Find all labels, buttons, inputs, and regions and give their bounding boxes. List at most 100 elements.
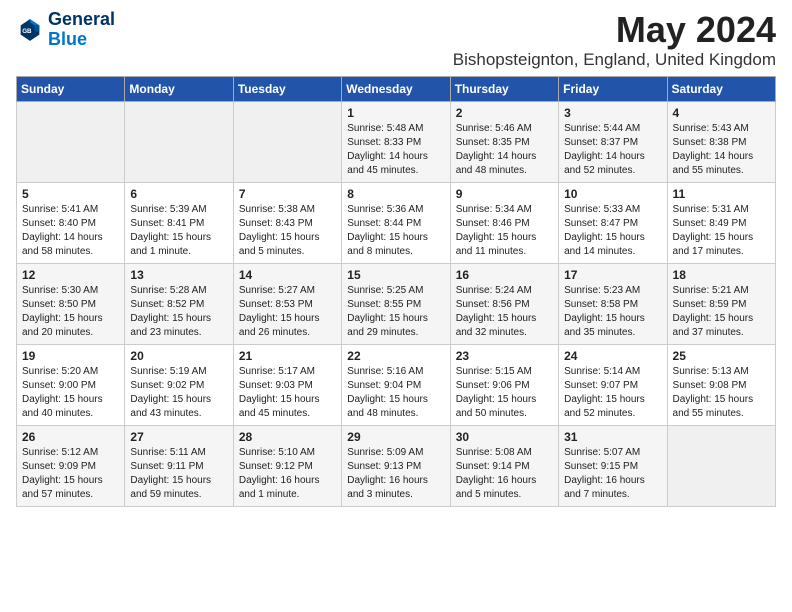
day-info: Sunrise: 5:23 AMSunset: 8:58 PMDaylight:… xyxy=(564,284,661,340)
calendar-week: 26 Sunrise: 5:12 AMSunset: 9:09 PMDayligh… xyxy=(17,425,776,506)
calendar-cell: 28 Sunrise: 5:10 AMSunset: 9:12 PMDayligh… xyxy=(233,425,341,506)
day-number: 5 xyxy=(22,187,119,201)
day-info: Sunrise: 5:34 AMSunset: 8:46 PMDaylight:… xyxy=(456,203,553,259)
calendar-cell: 18 Sunrise: 5:21 AMSunset: 8:59 PMDayligh… xyxy=(667,263,775,344)
day-number: 11 xyxy=(673,187,770,201)
day-number: 8 xyxy=(347,187,444,201)
header-day: Friday xyxy=(559,76,667,101)
header-day: Thursday xyxy=(450,76,558,101)
calendar-week: 19Sunrise: 5:20 AMSunset: 9:00 PMDayligh… xyxy=(17,344,776,425)
logo-text: General Blue xyxy=(48,10,115,50)
calendar-cell: 1Sunrise: 5:48 AMSunset: 8:33 PMDaylight… xyxy=(342,101,450,182)
day-info: Sunrise: 5:24 AMSunset: 8:56 PMDaylight:… xyxy=(456,284,553,340)
calendar-cell xyxy=(667,425,775,506)
day-number: 30 xyxy=(456,430,553,444)
day-info: Sunrise: 5:33 AMSunset: 8:47 PMDaylight:… xyxy=(564,203,661,259)
day-info: Sunrise: 5:39 AMSunset: 8:41 PMDaylight:… xyxy=(130,203,227,259)
day-info: Sunrise: 5:41 AMSunset: 8:40 PMDaylight:… xyxy=(22,203,119,259)
day-info: Sunrise: 5:25 AMSunset: 8:55 PMDaylight:… xyxy=(347,284,444,340)
day-info: Sunrise: 5:36 AMSunset: 8:44 PMDaylight:… xyxy=(347,203,444,259)
logo: GB General Blue xyxy=(16,10,115,50)
header-day: Monday xyxy=(125,76,233,101)
day-number: 9 xyxy=(456,187,553,201)
calendar-header: SundayMondayTuesdayWednesdayThursdayFrid… xyxy=(17,76,776,101)
day-number: 27 xyxy=(130,430,227,444)
day-number: 25 xyxy=(673,349,770,363)
day-info: Sunrise: 5:44 AMSunset: 8:37 PMDaylight:… xyxy=(564,122,661,178)
header-day: Wednesday xyxy=(342,76,450,101)
day-number: 3 xyxy=(564,106,661,120)
day-info: Sunrise: 5:43 AMSunset: 8:38 PMDaylight:… xyxy=(673,122,770,178)
calendar-cell: 21 Sunrise: 5:17 AMSunset: 9:03 PMDayligh… xyxy=(233,344,341,425)
calendar-cell: 4Sunrise: 5:43 AMSunset: 8:38 PMDaylight… xyxy=(667,101,775,182)
calendar-cell: 29 Sunrise: 5:09 AMSunset: 9:13 PMDayligh… xyxy=(342,425,450,506)
day-info: Sunrise: 5:30 AMSunset: 8:50 PMDaylight:… xyxy=(22,284,119,340)
day-info: Sunrise: 5:46 AMSunset: 8:35 PMDaylight:… xyxy=(456,122,553,178)
day-number: 10 xyxy=(564,187,661,201)
logo-line1: General xyxy=(48,10,115,30)
calendar-cell: 25 Sunrise: 5:13 AMSunset: 9:08 PMDayligh… xyxy=(667,344,775,425)
day-info: Sunrise: 5:09 AMSunset: 9:13 PMDaylight:… xyxy=(347,446,444,502)
day-info: Sunrise: 5:31 AMSunset: 8:49 PMDaylight:… xyxy=(673,203,770,259)
day-number: 26 xyxy=(22,430,119,444)
calendar-cell: 27Sunrise: 5:11 AMSunset: 9:11 PMDayligh… xyxy=(125,425,233,506)
calendar-week: 1Sunrise: 5:48 AMSunset: 8:33 PMDaylight… xyxy=(17,101,776,182)
day-info: Sunrise: 5:12 AMSunset: 9:09 PMDaylight:… xyxy=(22,446,119,502)
day-number: 12 xyxy=(22,268,119,282)
calendar-cell xyxy=(233,101,341,182)
calendar-cell: 2Sunrise: 5:46 AMSunset: 8:35 PMDaylight… xyxy=(450,101,558,182)
day-info: Sunrise: 5:19 AMSunset: 9:02 PMDaylight:… xyxy=(130,365,227,421)
day-number: 23 xyxy=(456,349,553,363)
day-info: Sunrise: 5:28 AMSunset: 8:52 PMDaylight:… xyxy=(130,284,227,340)
calendar-page: GB General Blue May 2024 Bishopsteignton… xyxy=(0,0,792,523)
day-info: Sunrise: 5:16 AMSunset: 9:04 PMDaylight:… xyxy=(347,365,444,421)
title-block: May 2024 Bishopsteignton, England, Unite… xyxy=(453,10,776,70)
calendar-cell: 22Sunrise: 5:16 AMSunset: 9:04 PMDayligh… xyxy=(342,344,450,425)
day-number: 7 xyxy=(239,187,336,201)
calendar-cell: 30 Sunrise: 5:08 AMSunset: 9:14 PMDayligh… xyxy=(450,425,558,506)
calendar-cell: 31Sunrise: 5:07 AMSunset: 9:15 PMDayligh… xyxy=(559,425,667,506)
day-info: Sunrise: 5:07 AMSunset: 9:15 PMDaylight:… xyxy=(564,446,661,502)
calendar-cell: 23 Sunrise: 5:15 AMSunset: 9:06 PMDayligh… xyxy=(450,344,558,425)
day-number: 17 xyxy=(564,268,661,282)
calendar-cell: 17 Sunrise: 5:23 AMSunset: 8:58 PMDayligh… xyxy=(559,263,667,344)
calendar-cell: 12 Sunrise: 5:30 AMSunset: 8:50 PMDayligh… xyxy=(17,263,125,344)
calendar-cell xyxy=(125,101,233,182)
calendar-table: SundayMondayTuesdayWednesdayThursdayFrid… xyxy=(16,76,776,507)
title-location: Bishopsteignton, England, United Kingdom xyxy=(453,50,776,70)
calendar-cell: 10 Sunrise: 5:33 AMSunset: 8:47 PMDayligh… xyxy=(559,182,667,263)
calendar-cell: 5 Sunrise: 5:41 AMSunset: 8:40 PMDaylight… xyxy=(17,182,125,263)
calendar-cell: 24Sunrise: 5:14 AMSunset: 9:07 PMDayligh… xyxy=(559,344,667,425)
day-info: Sunrise: 5:08 AMSunset: 9:14 PMDaylight:… xyxy=(456,446,553,502)
day-number: 16 xyxy=(456,268,553,282)
day-info: Sunrise: 5:20 AMSunset: 9:00 PMDaylight:… xyxy=(22,365,119,421)
day-info: Sunrise: 5:14 AMSunset: 9:07 PMDaylight:… xyxy=(564,365,661,421)
header-row: SundayMondayTuesdayWednesdayThursdayFrid… xyxy=(17,76,776,101)
day-info: Sunrise: 5:21 AMSunset: 8:59 PMDaylight:… xyxy=(673,284,770,340)
day-info: Sunrise: 5:15 AMSunset: 9:06 PMDaylight:… xyxy=(456,365,553,421)
header-day: Saturday xyxy=(667,76,775,101)
calendar-body: 1Sunrise: 5:48 AMSunset: 8:33 PMDaylight… xyxy=(17,101,776,506)
calendar-cell: 6Sunrise: 5:39 AMSunset: 8:41 PMDaylight… xyxy=(125,182,233,263)
calendar-cell: 19Sunrise: 5:20 AMSunset: 9:00 PMDayligh… xyxy=(17,344,125,425)
day-number: 18 xyxy=(673,268,770,282)
header: GB General Blue May 2024 Bishopsteignton… xyxy=(16,10,776,70)
calendar-week: 12 Sunrise: 5:30 AMSunset: 8:50 PMDayligh… xyxy=(17,263,776,344)
day-info: Sunrise: 5:10 AMSunset: 9:12 PMDaylight:… xyxy=(239,446,336,502)
day-info: Sunrise: 5:17 AMSunset: 9:03 PMDaylight:… xyxy=(239,365,336,421)
header-day: Tuesday xyxy=(233,76,341,101)
day-info: Sunrise: 5:38 AMSunset: 8:43 PMDaylight:… xyxy=(239,203,336,259)
calendar-week: 5 Sunrise: 5:41 AMSunset: 8:40 PMDaylight… xyxy=(17,182,776,263)
calendar-cell: 9 Sunrise: 5:34 AMSunset: 8:46 PMDaylight… xyxy=(450,182,558,263)
title-month: May 2024 xyxy=(453,10,776,50)
calendar-cell: 20Sunrise: 5:19 AMSunset: 9:02 PMDayligh… xyxy=(125,344,233,425)
day-info: Sunrise: 5:48 AMSunset: 8:33 PMDaylight:… xyxy=(347,122,444,178)
day-number: 13 xyxy=(130,268,227,282)
day-info: Sunrise: 5:13 AMSunset: 9:08 PMDaylight:… xyxy=(673,365,770,421)
day-number: 21 xyxy=(239,349,336,363)
calendar-cell: 14Sunrise: 5:27 AMSunset: 8:53 PMDayligh… xyxy=(233,263,341,344)
calendar-cell: 13 Sunrise: 5:28 AMSunset: 8:52 PMDayligh… xyxy=(125,263,233,344)
day-number: 29 xyxy=(347,430,444,444)
day-number: 28 xyxy=(239,430,336,444)
calendar-cell: 26 Sunrise: 5:12 AMSunset: 9:09 PMDayligh… xyxy=(17,425,125,506)
